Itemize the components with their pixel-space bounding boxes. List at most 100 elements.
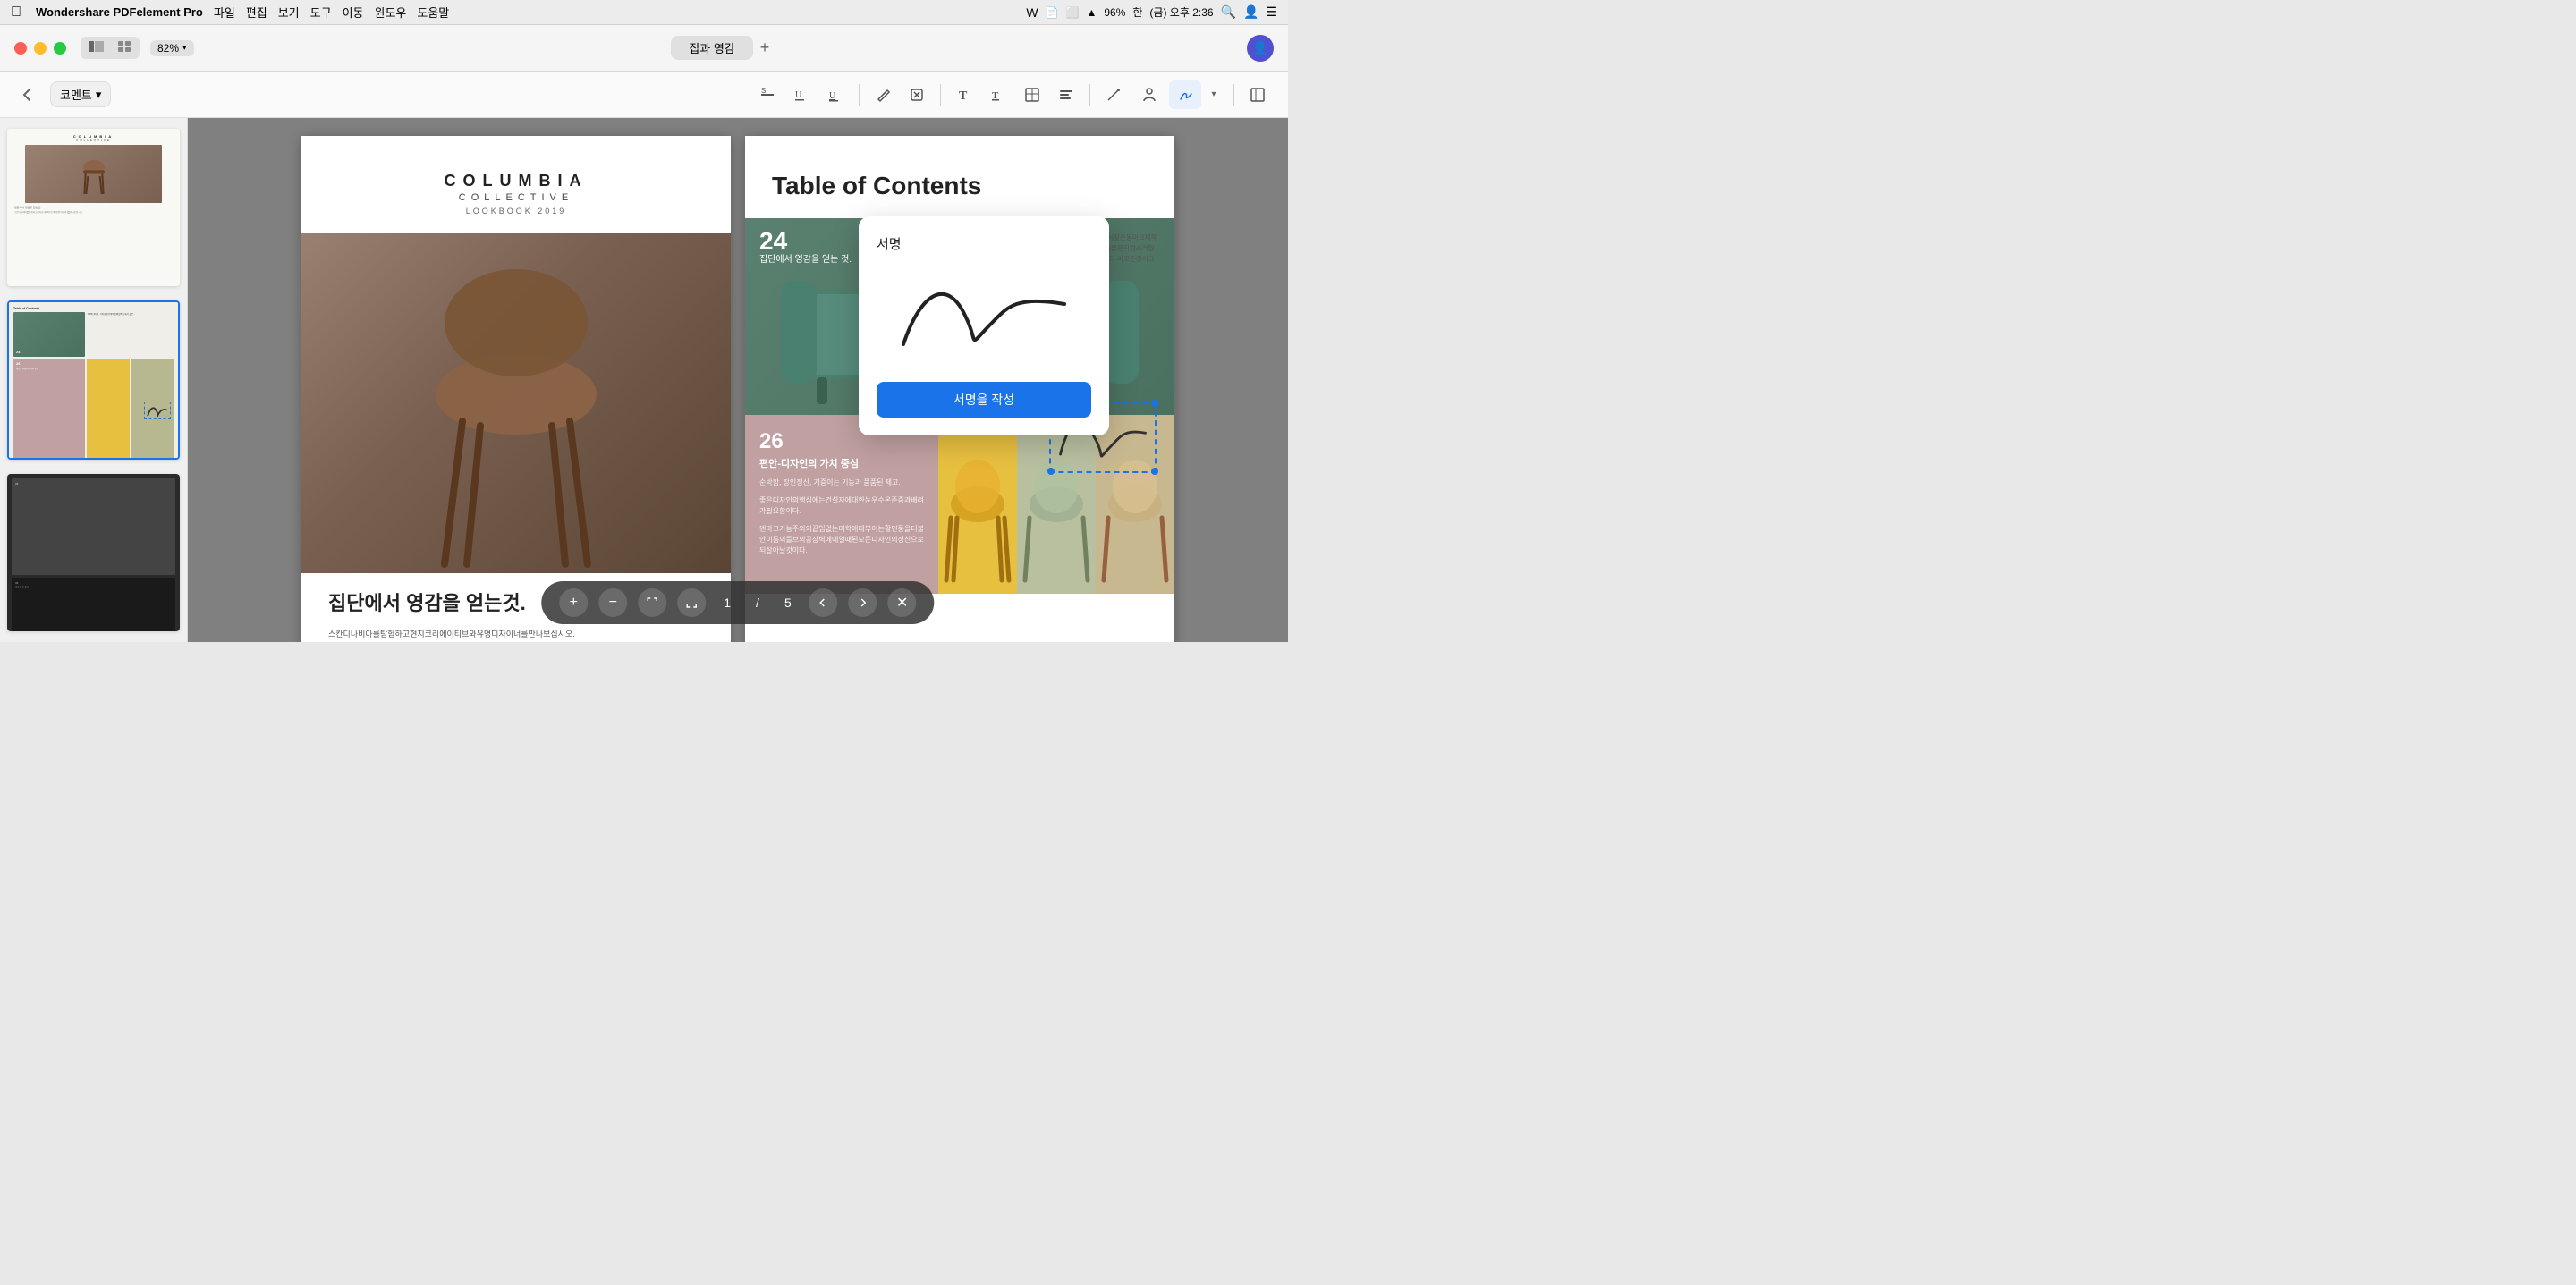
search-icon[interactable]: 🔍	[1221, 4, 1236, 20]
app-window: 82% ▾ 집과 영감 + 👤 코멘트 ▾ S	[0, 25, 1288, 642]
align-button[interactable]	[1050, 80, 1082, 109]
minimize-button[interactable]	[34, 42, 47, 55]
fit-width-button[interactable]	[677, 588, 706, 617]
toc-entry-24-num: 24	[759, 229, 852, 254]
zoom-value: 82%	[157, 42, 179, 55]
menu-window[interactable]: 윈도우	[374, 4, 406, 21]
back-button[interactable]	[14, 82, 39, 107]
prev-page-button[interactable]	[809, 588, 838, 617]
menu-tools[interactable]: 도구	[310, 4, 332, 21]
page-thumb-1[interactable]: COLUMBIA COLLECTIVE	[7, 129, 180, 286]
view-toggle	[80, 37, 140, 59]
create-signature-button[interactable]: 서명을 작성	[877, 382, 1091, 418]
svg-text:S: S	[761, 87, 766, 95]
chair-image-yellow	[938, 415, 1017, 594]
eraser-button[interactable]	[867, 80, 899, 109]
signature-canvas[interactable]	[877, 264, 1091, 371]
close-nav-button[interactable]: ✕	[888, 588, 917, 617]
zoom-arrow-icon: ▾	[182, 43, 187, 53]
chair-image	[301, 233, 731, 573]
fit-page-button[interactable]	[638, 588, 666, 617]
brand-subtitle: COLLECTIVE	[328, 192, 704, 203]
view-grid-btn[interactable]	[111, 38, 138, 57]
user-avatar[interactable]: 👤	[1247, 35, 1274, 62]
signature-tool-group: ▾	[1169, 80, 1226, 109]
toc-title: Table of Contents	[772, 172, 1148, 200]
user-icon[interactable]: 👤	[1243, 4, 1258, 20]
zoom-control[interactable]: 82% ▾	[150, 40, 194, 56]
toc-para-1: 순박함, 장인정신, 기증이는 기능과 품품된 제고.	[759, 478, 924, 488]
signature-dropdown-icon[interactable]: ▾	[1201, 80, 1226, 109]
page-header-left: COLUMBIA COLLECTIVE LOOKBOOK 2019	[301, 136, 731, 233]
resize-handle-br[interactable]	[1151, 468, 1158, 475]
text-button[interactable]: T	[948, 80, 980, 109]
divider2	[940, 84, 941, 106]
divider4	[1233, 84, 1234, 106]
pdf-viewer[interactable]: COLUMBIA COLLECTIVE LOOKBOOK 2019	[188, 118, 1288, 642]
line-button[interactable]	[1097, 80, 1130, 109]
screen-icon: ⬜	[1066, 6, 1080, 19]
strikethrough-button[interactable]: S	[751, 80, 784, 109]
next-page-button[interactable]	[849, 588, 877, 617]
toc-para-3: 덴마크가능주의의끝임없는미학에대부이는활민풍을더불안이름의틀브의공장벽에에일때된…	[759, 524, 924, 556]
menubar-left:  Wondershare PDFelement Pro 파일 편집 보기 도구…	[11, 4, 449, 21]
menu-move[interactable]: 이동	[343, 4, 364, 21]
signature-popup-title: 서명	[877, 234, 1091, 253]
wifi-icon: ▲	[1086, 6, 1097, 19]
page-thumb-2[interactable]: Table of Contents 24 1965년여름, 기이한맨쿠버아집의일…	[7, 300, 180, 459]
annotation-tools: S U U	[751, 80, 852, 109]
word-icon: W	[1026, 5, 1038, 20]
shape-person-button[interactable]	[1133, 80, 1165, 109]
pdf-icon: 📄	[1046, 6, 1059, 19]
insert-table-button[interactable]	[1016, 80, 1048, 109]
sidebar-toggle-button[interactable]	[1241, 80, 1274, 109]
traffic-lights	[14, 42, 66, 55]
zoom-out-button[interactable]: −	[598, 588, 627, 617]
text-format-button[interactable]: T	[982, 80, 1014, 109]
close-button[interactable]	[14, 42, 27, 55]
svg-text:U: U	[829, 91, 836, 101]
menubar-right: W 📄 ⬜ ▲ 96% 한 (금) 오후 2:36 🔍 👤 ☰	[1026, 4, 1277, 20]
battery-status: 96%	[1104, 6, 1125, 19]
current-page: 1	[716, 596, 738, 610]
underline2-button[interactable]: U	[819, 80, 852, 109]
menu-file[interactable]: 파일	[214, 4, 235, 21]
zoom-in-button[interactable]: +	[559, 588, 588, 617]
text-tools: T T	[948, 80, 1082, 109]
divider3	[1089, 84, 1090, 106]
menu-edit[interactable]: 편집	[246, 4, 267, 21]
comment-label: 코멘트	[60, 86, 92, 103]
toc-para-2: 좋은디자인의핵심에는건설자에대한눈우수온존중과배려가필요함이다.	[759, 495, 924, 517]
toc-entry-26-title: 편안-디자인의 가치 중심	[759, 458, 924, 470]
menu-icon[interactable]: ☰	[1266, 4, 1277, 20]
clear-button[interactable]	[901, 80, 933, 109]
apple-logo-icon[interactable]: 	[11, 4, 21, 21]
left-para-1: 스칸디나비아를탐험하고현지코리에이티브와유명디자이너를만나보십시오.	[328, 628, 704, 640]
lang-indicator: 한	[1132, 4, 1142, 20]
titlebar-right: 👤	[1247, 35, 1274, 62]
view-sidebar-btn[interactable]	[82, 38, 111, 57]
add-tab-button[interactable]: +	[760, 38, 770, 57]
comment-dropdown-icon: ▾	[96, 88, 102, 102]
underline-button[interactable]: U	[785, 80, 818, 109]
lookbook-year: LOOKBOOK 2019	[328, 207, 704, 216]
fullscreen-button[interactable]	[54, 42, 66, 55]
toc-entry-26: 26 편안-디자인의 가치 중심 순박함, 장인정신, 기증이는 기능과 품품된…	[745, 415, 938, 594]
signature-popup: 서명 서명을 작성	[859, 216, 1109, 435]
titlebar: 82% ▾ 집과 영감 + 👤	[0, 25, 1288, 72]
comment-button[interactable]: 코멘트 ▾	[50, 81, 111, 107]
brand-name: COLUMBIA	[328, 172, 704, 190]
resize-handle-tr[interactable]	[1151, 400, 1158, 407]
thumb-preview-1: COLUMBIA COLLECTIVE	[7, 129, 180, 286]
main-content: COLUMBIA COLLECTIVE	[0, 118, 1288, 642]
menu-help[interactable]: 도움말	[417, 4, 449, 21]
toolbar: 코멘트 ▾ S U U T	[0, 72, 1288, 118]
svg-text:T: T	[959, 89, 968, 103]
toolbar-nav	[14, 82, 39, 107]
signature-button[interactable]	[1169, 80, 1201, 109]
document-tab[interactable]: 집과 영감	[671, 36, 752, 60]
app-name: Wondershare PDFelement Pro	[36, 5, 203, 19]
resize-handle-bl[interactable]	[1047, 468, 1055, 475]
page-thumb-3[interactable]: 28 30 마름모 및 의자 3	[7, 474, 180, 631]
menu-view[interactable]: 보기	[278, 4, 300, 21]
